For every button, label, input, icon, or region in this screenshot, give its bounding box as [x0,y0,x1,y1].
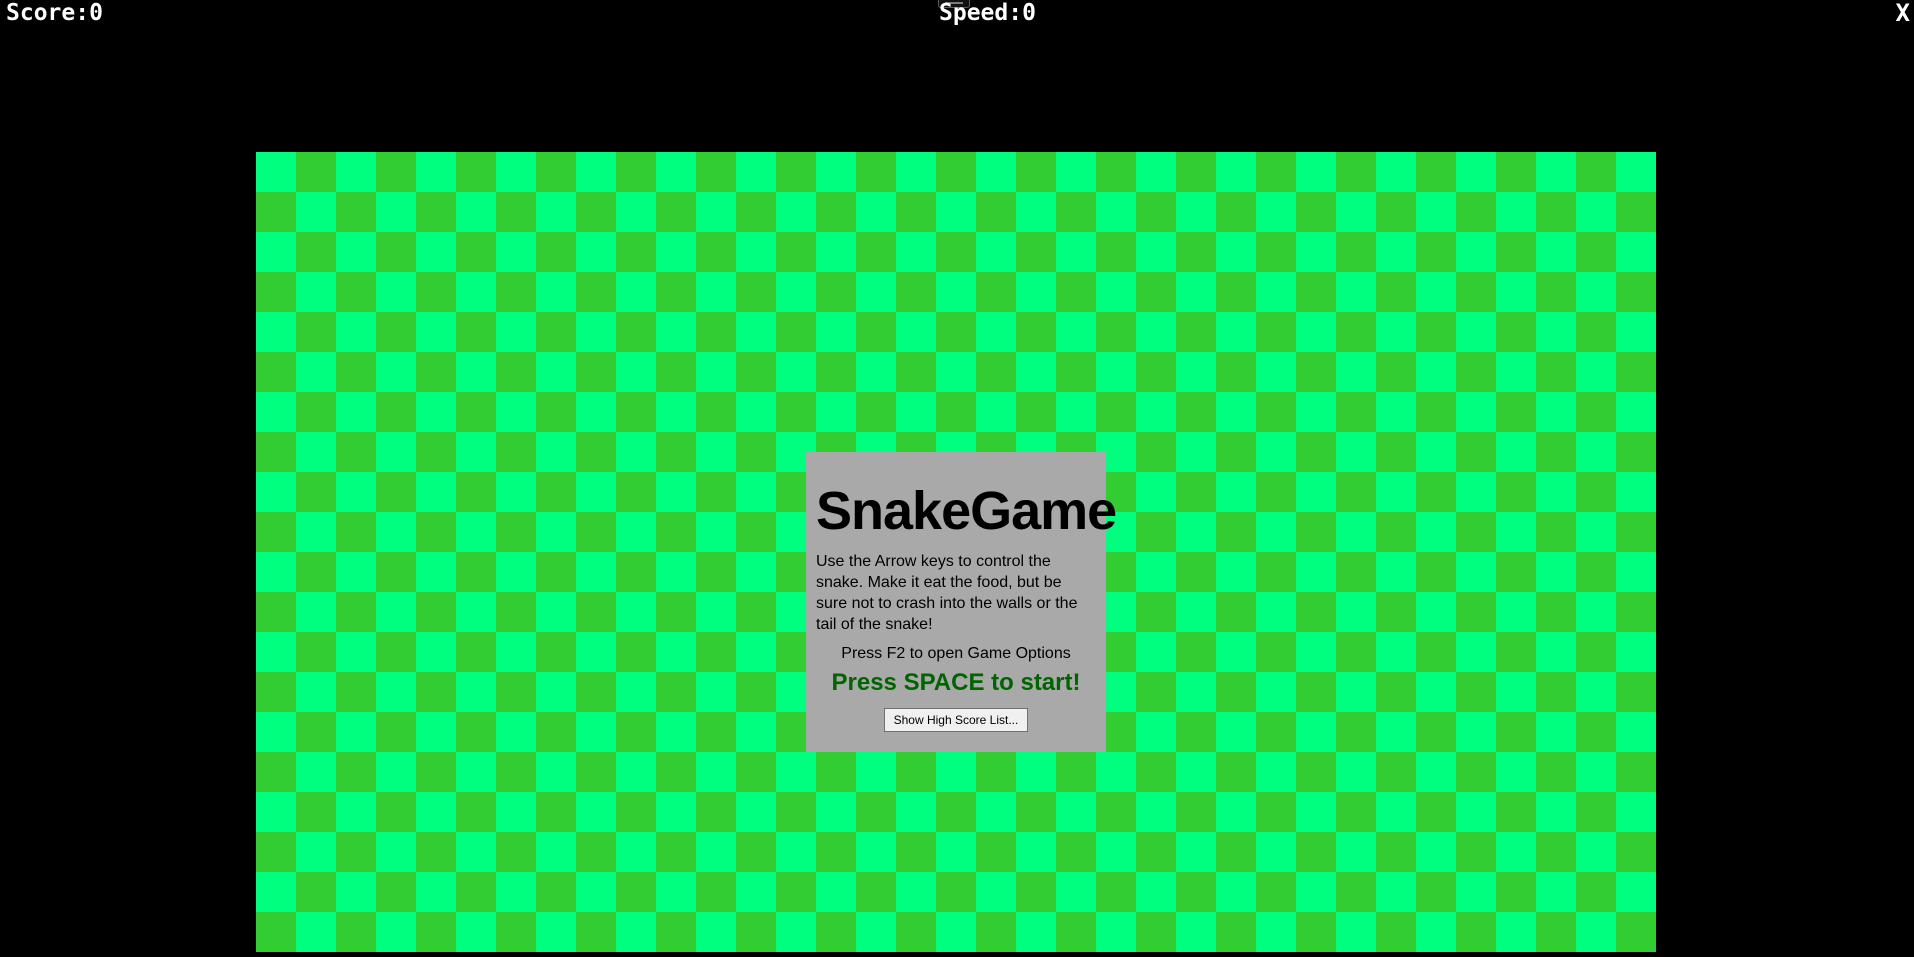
game-title: SnakeGame [816,481,1117,541]
show-high-score-button[interactable]: Show High Score List... [883,708,1029,732]
instructions-text: Use the Arrow keys to control the snake.… [816,553,1078,633]
options-hint: Press F2 to open Game Options [841,645,1071,662]
start-dialog: SnakeGame Use the Arrow keys to control … [806,452,1117,752]
start-prompt: Press SPACE to start! [831,669,1081,696]
close-button[interactable]: X [1896,0,1910,26]
score-display: Score:0 [6,0,103,26]
speed-display: Speed:0 [939,0,1036,26]
